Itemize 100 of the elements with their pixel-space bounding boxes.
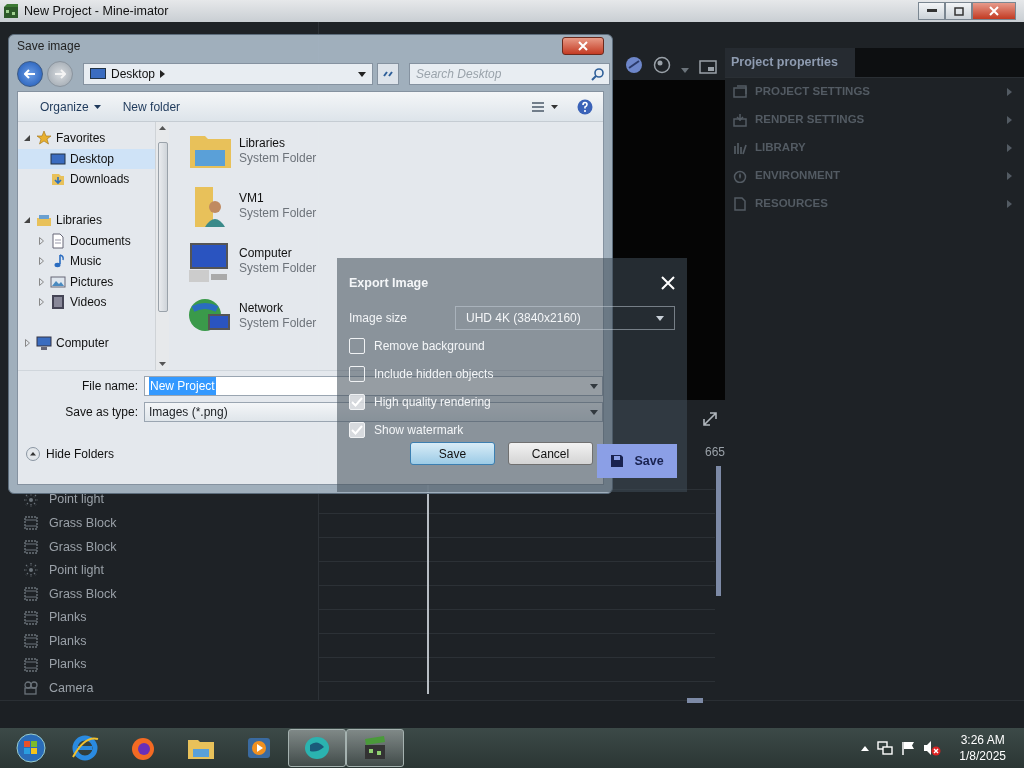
timeline-item[interactable]: Grass Block (0, 535, 318, 559)
minimize-button[interactable] (918, 2, 945, 20)
caret-icon[interactable] (861, 745, 870, 751)
help-icon[interactable] (577, 98, 593, 115)
file-item[interactable]: Libraries System Folder (187, 126, 317, 175)
file-item[interactable]: VM1 System Folder (187, 181, 317, 230)
chevron-icon (1007, 143, 1012, 152)
app-icon (3, 3, 19, 20)
timeline-item[interactable]: Planks (0, 605, 318, 630)
collapsed-arrow-icon[interactable] (38, 257, 44, 266)
address-bar[interactable]: Desktop (83, 63, 373, 85)
scroll-down-icon[interactable] (159, 362, 166, 366)
field-label: Save as type: (64, 404, 138, 421)
flag-icon[interactable] (901, 741, 916, 755)
close-icon (661, 276, 675, 290)
checkbox[interactable] (349, 366, 365, 382)
clock[interactable]: 3:26 AM 1/8/2025 (959, 732, 1006, 764)
chevron-icon (1007, 199, 1012, 208)
tree-item[interactable]: Downloads (18, 169, 155, 190)
network-icon[interactable] (877, 741, 894, 755)
forward-button[interactable] (47, 61, 73, 87)
checkmark-icon (351, 397, 363, 407)
search-field[interactable]: Search Desktop (409, 63, 610, 85)
tree-item[interactable]: Videos (18, 292, 155, 313)
object-icon (24, 587, 38, 602)
forward-arrow-icon (54, 69, 66, 79)
tree-item[interactable]: Documents (18, 230, 155, 251)
checkbox[interactable] (349, 422, 365, 438)
timeline-item[interactable]: Point light (0, 558, 318, 583)
checkbox-label: Remove background (374, 338, 485, 355)
taskbar-app[interactable] (288, 729, 346, 767)
chevron-icon (1007, 171, 1012, 180)
back-arrow-icon (24, 69, 36, 79)
file-item[interactable]: Computer System Folder (187, 236, 317, 285)
object-icon (24, 610, 38, 625)
collapse-icon (26, 446, 40, 461)
cancel-button[interactable]: Cancel (508, 442, 593, 465)
section-icon (733, 168, 747, 183)
field-label: Image size (349, 310, 408, 327)
collapsed-arrow-icon[interactable] (38, 236, 44, 245)
timeline-item[interactable]: Planks (0, 652, 318, 677)
timeline-item[interactable]: Grass Block (0, 511, 318, 536)
taskbar-app[interactable] (346, 729, 404, 767)
panel-tab[interactable]: Project properties (725, 48, 855, 77)
object-icon (24, 681, 38, 696)
dialog-title: Export Image (349, 274, 429, 292)
save-button[interactable]: Save (597, 444, 677, 478)
tree-item[interactable]: Pictures (18, 271, 155, 292)
collapsed-arrow-icon[interactable] (24, 339, 30, 348)
section-icon (733, 140, 747, 155)
maximize-button[interactable] (945, 2, 972, 20)
object-icon (24, 563, 38, 578)
sphere-icon[interactable] (653, 56, 671, 74)
collapsed-arrow-icon[interactable] (38, 298, 44, 307)
file-item[interactable]: Network System Folder (187, 291, 317, 340)
checkbox[interactable] (349, 338, 365, 354)
scrollbar[interactable] (687, 698, 703, 703)
caret-icon (656, 315, 664, 321)
ruler-label: 665 (704, 444, 725, 461)
search-icon[interactable] (591, 67, 604, 81)
window-icon[interactable] (699, 60, 717, 74)
close-icon (989, 6, 999, 16)
speaker-muted-icon[interactable] (923, 740, 942, 756)
chevron-icon[interactable] (160, 70, 166, 78)
chevron-icon (1007, 87, 1012, 96)
checkmark-icon (351, 425, 363, 435)
expanded-arrow-icon[interactable] (24, 135, 30, 142)
timeline-item[interactable]: Grass Block (0, 582, 318, 606)
tree-item[interactable]: Libraries (18, 210, 155, 231)
tree-item[interactable]: Music (18, 251, 155, 272)
timeline-item[interactable]: Planks (0, 629, 318, 653)
caret-icon[interactable] (358, 71, 366, 77)
back-button[interactable] (17, 61, 43, 87)
tree-item[interactable]: Desktop (18, 148, 155, 169)
organize-menu[interactable]: Organize (36, 95, 105, 118)
caret-icon (93, 104, 101, 109)
section-icon (733, 196, 747, 211)
field-label: File name: (80, 378, 138, 395)
scrollbar[interactable] (155, 122, 169, 370)
close-icon (578, 41, 588, 51)
refresh-button[interactable] (377, 63, 399, 85)
checkbox[interactable] (349, 394, 365, 410)
scroll-up-icon[interactable] (159, 126, 166, 130)
section-icon (733, 112, 747, 127)
expand-icon[interactable] (703, 412, 717, 426)
app-icon (70, 733, 100, 763)
new-folder-button[interactable]: New folder (118, 95, 185, 118)
app-icon (16, 733, 46, 763)
object-icon (24, 657, 38, 672)
collapsed-arrow-icon[interactable] (38, 277, 44, 286)
timeline-item[interactable]: Point light (0, 488, 318, 512)
close-button[interactable] (562, 37, 604, 55)
tree-item[interactable]: Favorites (18, 128, 155, 149)
timeline-item[interactable]: Camera (0, 676, 318, 701)
expanded-arrow-icon[interactable] (24, 217, 30, 224)
scrollbar[interactable] (716, 466, 721, 596)
save-button[interactable]: Save (410, 442, 495, 465)
view-options-icon[interactable] (531, 100, 559, 113)
tree-item[interactable]: Computer (18, 333, 155, 354)
hide-folders-button[interactable]: Hide Folders (26, 444, 115, 463)
